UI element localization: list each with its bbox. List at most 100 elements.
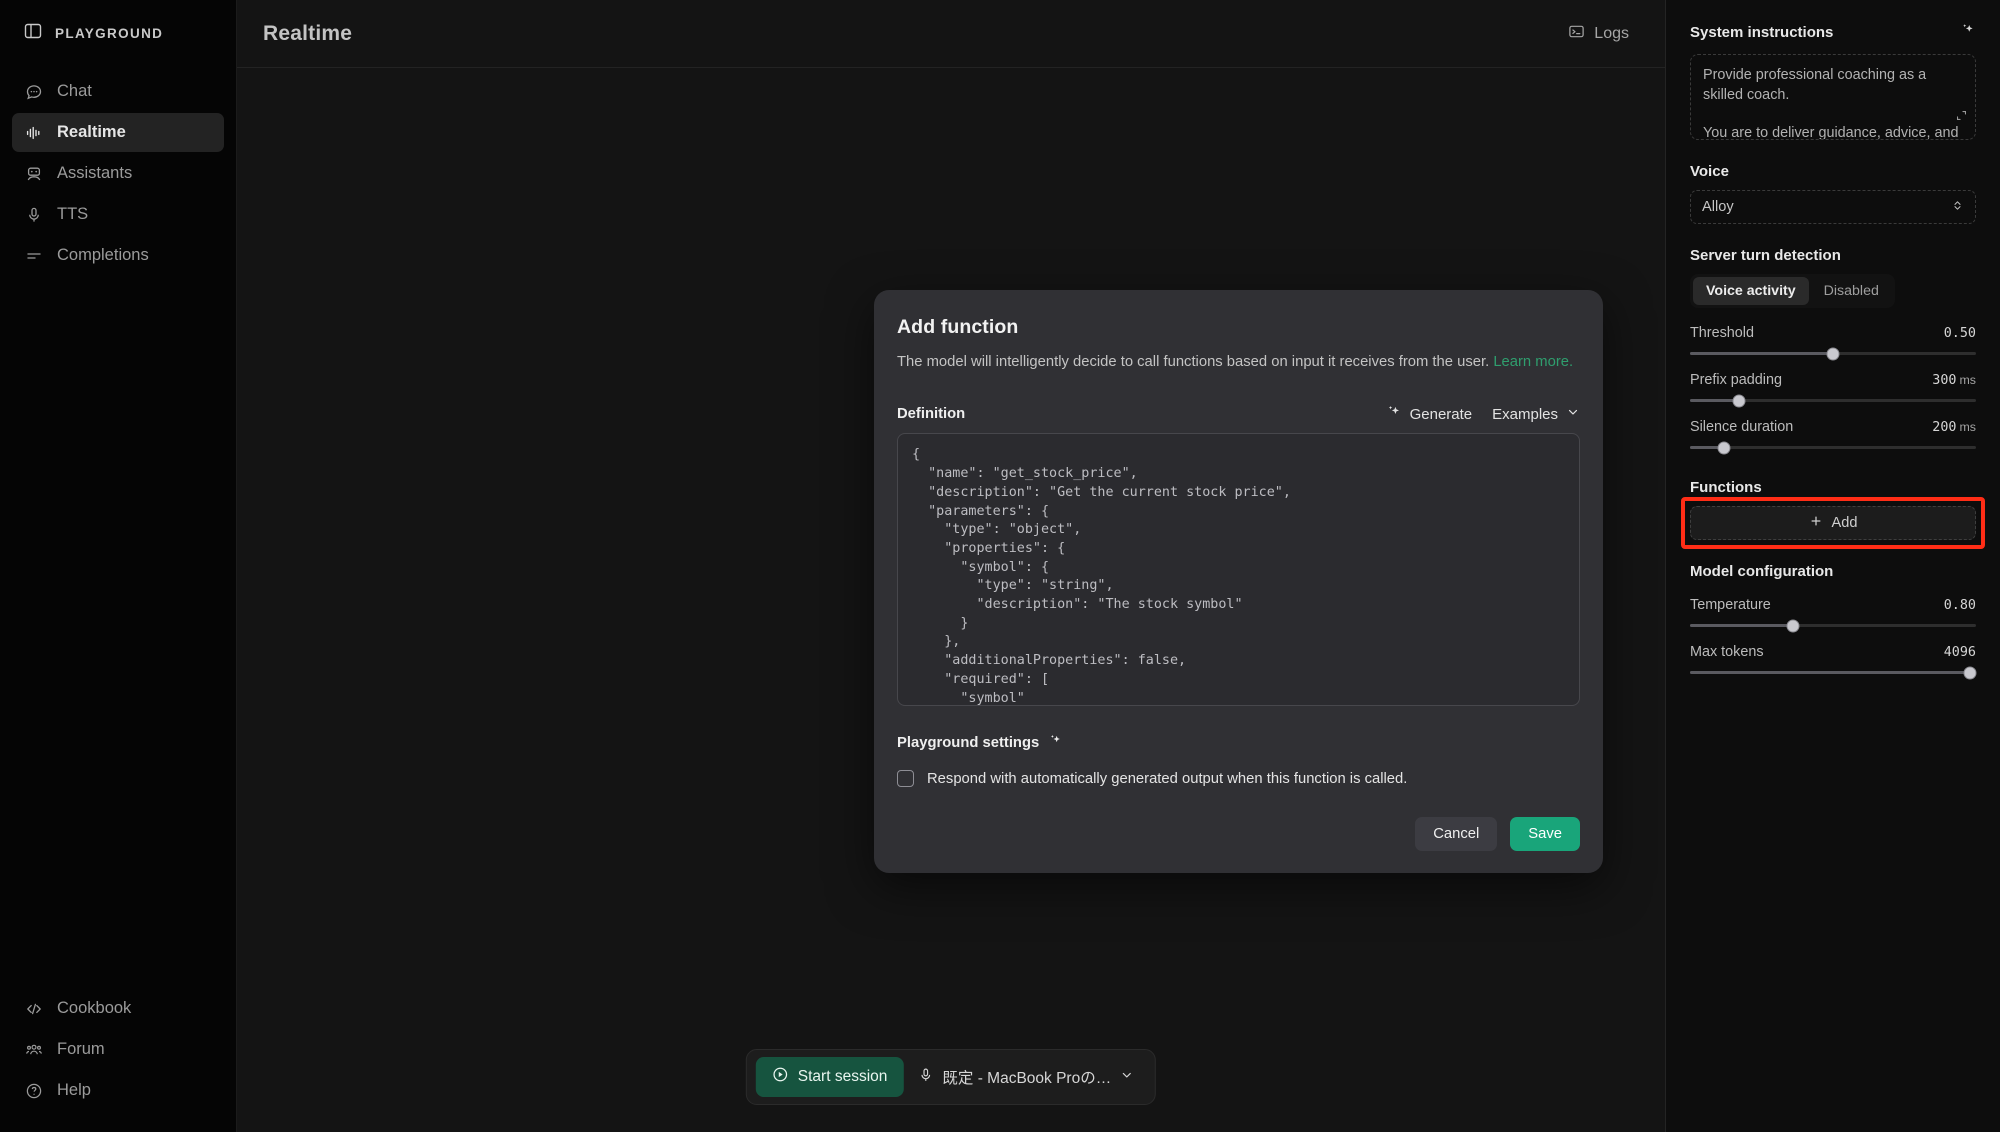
prefix-padding-header: Prefix padding 300 ms	[1690, 372, 1976, 388]
microphone-device-select[interactable]: 既定 - MacBook Proの…	[909, 1057, 1146, 1097]
system-instructions-paragraph: Provide professional coaching as a skill…	[1703, 67, 1927, 103]
dialog-subtitle-text: The model will intelligently decide to c…	[897, 354, 1490, 370]
add-function-dialog: Add function The model will intelligentl…	[874, 290, 1603, 874]
voice-value: Alloy	[1702, 199, 1734, 215]
microphone-device-label: 既定 - MacBook Proの…	[942, 1070, 1112, 1087]
function-definition-code: { "name": "get_stock_price", "descriptio…	[912, 447, 1291, 706]
system-instructions-textarea[interactable]: Provide professional coaching as a skill…	[1690, 54, 1976, 140]
voice-select[interactable]: Alloy	[1690, 190, 1976, 224]
function-definition-editor[interactable]: { "name": "get_stock_price", "descriptio…	[897, 433, 1580, 707]
chevron-down-icon	[1120, 1068, 1134, 1087]
session-bar: Start session 既定 - MacBook Proの…	[745, 1049, 1157, 1105]
generate-button[interactable]: Generate	[1386, 404, 1473, 424]
save-button[interactable]: Save	[1510, 817, 1580, 852]
silence-duration-label: Silence duration	[1690, 419, 1794, 435]
threshold-slider[interactable]	[1690, 347, 1976, 360]
sparkle-icon	[1048, 733, 1063, 753]
sidebar-item-label: Forum	[57, 1040, 105, 1058]
start-session-button[interactable]: Start session	[755, 1057, 904, 1097]
playground-settings-header: Playground settings	[897, 733, 1580, 753]
system-instructions-label: System instructions	[1690, 24, 1834, 41]
chat-bubble-icon	[24, 82, 43, 101]
silence-duration-value: 200	[1932, 420, 1957, 435]
sidebar-item-label: Cookbook	[57, 999, 132, 1017]
sidebar-item-cookbook[interactable]: Cookbook	[12, 989, 224, 1028]
brand-label: PLAYGROUND	[55, 25, 164, 41]
plus-icon	[1809, 514, 1823, 532]
logs-button[interactable]: Logs	[1560, 17, 1637, 51]
functions-add-wrapper: Add	[1681, 497, 1985, 549]
chevron-down-icon	[1566, 405, 1580, 423]
threshold-header: Threshold 0.50	[1690, 325, 1976, 341]
sidebar-bottom-nav: Cookbook Forum Help	[12, 989, 224, 1132]
prefix-padding-slider-block: Prefix padding 300 ms	[1690, 372, 1976, 407]
playground-settings-label: Playground settings	[897, 735, 1040, 752]
sparkle-icon[interactable]	[1960, 22, 1976, 43]
max-tokens-slider[interactable]	[1690, 666, 1977, 679]
sidebar-item-chat[interactable]: Chat	[12, 72, 224, 111]
page-title: Realtime	[263, 21, 353, 45]
prefix-padding-slider[interactable]	[1690, 394, 1976, 407]
sidebar-item-completions[interactable]: Completions	[12, 236, 224, 275]
temperature-value: 0.80	[1943, 598, 1976, 613]
expand-icon[interactable]	[1955, 109, 1968, 127]
threshold-value: 0.50	[1943, 326, 1976, 341]
sidebar-item-label: Completions	[57, 246, 149, 264]
dialog-subtitle: The model will intelligently decide to c…	[897, 352, 1580, 373]
prefix-padding-label: Prefix padding	[1690, 372, 1783, 388]
cancel-button[interactable]: Cancel	[1415, 817, 1498, 852]
examples-label: Examples	[1492, 405, 1558, 423]
turn-detection-option-voice-activity[interactable]: Voice activity	[1693, 277, 1809, 305]
microphone-icon	[917, 1067, 933, 1088]
temperature-slider[interactable]	[1690, 619, 1976, 632]
max-tokens-slider-block: Max tokens 4096	[1690, 644, 1977, 679]
definition-actions: Generate Examples	[1386, 404, 1580, 424]
max-tokens-label: Max tokens	[1690, 644, 1764, 660]
silence-duration-unit: ms	[1959, 420, 1976, 434]
question-circle-icon	[24, 1081, 43, 1100]
generate-label: Generate	[1409, 405, 1473, 423]
threshold-slider-block: Threshold 0.50	[1690, 325, 1976, 360]
sidebar-item-label: Assistants	[57, 164, 133, 182]
model-configuration-label: Model configuration	[1690, 563, 1834, 580]
examples-dropdown[interactable]: Examples	[1492, 405, 1580, 423]
add-function-label: Add	[1831, 515, 1858, 531]
sidebar-item-forum[interactable]: Forum	[12, 1030, 224, 1069]
sidebar-item-realtime[interactable]: Realtime	[12, 113, 224, 152]
add-function-button[interactable]: Add	[1690, 506, 1976, 540]
dialog-actions: Cancel Save	[897, 817, 1580, 852]
play-circle-icon	[772, 1066, 789, 1088]
turn-detection-label: Server turn detection	[1690, 247, 1841, 264]
sidebar-item-help[interactable]: Help	[12, 1071, 224, 1110]
sidebar-item-label: Help	[57, 1081, 91, 1099]
sidebar-item-label: Realtime	[57, 123, 126, 141]
temperature-slider-block: Temperature 0.80	[1690, 597, 1976, 632]
prefix-padding-value: 300	[1932, 373, 1957, 388]
top-bar: Realtime Logs	[237, 0, 1665, 68]
learn-more-link[interactable]: Learn more.	[1493, 354, 1573, 370]
sidebar-item-assistants[interactable]: Assistants	[12, 154, 224, 193]
terminal-icon	[1568, 23, 1585, 45]
logs-label: Logs	[1594, 24, 1629, 42]
robot-icon	[24, 164, 43, 183]
definition-label: Definition	[897, 406, 966, 423]
auto-respond-checkbox[interactable]	[897, 770, 914, 788]
turn-detection-toggle-group: Voice activity Disabled	[1690, 274, 1895, 308]
auto-respond-row: Respond with automatically generated out…	[897, 770, 1580, 788]
silence-duration-slider[interactable]	[1690, 441, 1976, 454]
system-instructions-paragraph: You are to deliver guidance, advice, and…	[1703, 125, 1959, 140]
max-tokens-header: Max tokens 4096	[1690, 644, 1976, 660]
sidebar-item-label: TTS	[57, 205, 89, 223]
people-icon	[24, 1040, 43, 1059]
brand[interactable]: PLAYGROUND	[12, 0, 224, 66]
lines-icon	[24, 246, 43, 265]
turn-detection-option-disabled[interactable]: Disabled	[1811, 277, 1892, 305]
temperature-label: Temperature	[1690, 597, 1771, 613]
prefix-padding-unit: ms	[1959, 373, 1976, 387]
definition-header: Definition Generate Examples	[897, 404, 1580, 424]
max-tokens-value: 4096	[1943, 645, 1976, 660]
sidebar: PLAYGROUND Chat Realtime Assistants TTS …	[0, 0, 237, 1132]
main-area: Realtime Logs Add function The model wil…	[237, 0, 1665, 1132]
sidebar-item-tts[interactable]: TTS	[12, 195, 224, 234]
code-brackets-icon	[24, 999, 43, 1018]
